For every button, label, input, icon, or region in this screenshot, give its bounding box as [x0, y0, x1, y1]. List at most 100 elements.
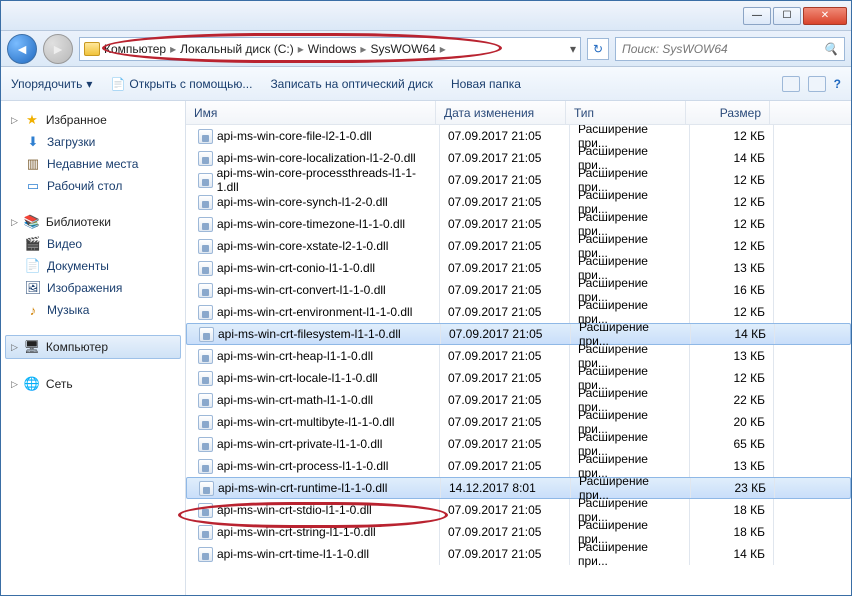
- dll-icon: [198, 239, 213, 254]
- column-headers[interactable]: Имя Дата изменения Тип Размер: [186, 101, 851, 125]
- refresh-button[interactable]: ↻: [587, 38, 609, 60]
- organize-button[interactable]: Упорядочить ▾: [11, 77, 92, 91]
- dll-icon: [198, 547, 213, 562]
- table-row[interactable]: api-ms-win-crt-stdio-l1-1-0.dll07.09.201…: [186, 499, 851, 521]
- document-icon: 📄: [25, 258, 41, 274]
- view-button[interactable]: [782, 76, 800, 92]
- breadcrumb-segment[interactable]: Windows: [308, 42, 357, 56]
- table-row[interactable]: api-ms-win-core-timezone-l1-1-0.dll07.09…: [186, 213, 851, 235]
- sidebar-item-video[interactable]: 🎬Видео: [5, 233, 181, 255]
- file-date: 07.09.2017 21:05: [440, 147, 570, 169]
- newfolder-button[interactable]: Новая папка: [451, 77, 521, 91]
- dll-icon: [198, 261, 213, 276]
- file-date: 07.09.2017 21:05: [440, 191, 570, 213]
- minimize-button[interactable]: —: [743, 7, 771, 25]
- dll-icon: [198, 305, 213, 320]
- file-name: api-ms-win-crt-private-l1-1-0.dll: [217, 437, 382, 451]
- file-type: Расширение при...: [571, 324, 691, 344]
- help-icon[interactable]: ?: [834, 77, 841, 91]
- dll-icon: [198, 503, 213, 518]
- file-list[interactable]: Имя Дата изменения Тип Размер api-ms-win…: [186, 101, 851, 595]
- table-row[interactable]: api-ms-win-crt-conio-l1-1-0.dll07.09.201…: [186, 257, 851, 279]
- burn-button[interactable]: Записать на оптический диск: [270, 77, 433, 91]
- file-size: 18 КБ: [690, 521, 774, 543]
- table-row[interactable]: api-ms-win-crt-convert-l1-1-0.dll07.09.2…: [186, 279, 851, 301]
- table-row[interactable]: api-ms-win-core-file-l2-1-0.dll07.09.201…: [186, 125, 851, 147]
- file-date: 07.09.2017 21:05: [440, 455, 570, 477]
- desktop-icon: ▭: [25, 178, 41, 194]
- sidebar-network[interactable]: ▷🌐Сеть: [5, 373, 181, 395]
- breadcrumb-segment[interactable]: SysWOW64: [370, 42, 435, 56]
- file-size: 12 КБ: [690, 235, 774, 257]
- file-size: 16 КБ: [690, 279, 774, 301]
- breadcrumb-segment[interactable]: Локальный диск (C:): [180, 42, 294, 56]
- breadcrumb[interactable]: Компьютер▸Локальный диск (C:)▸Windows▸Sy…: [104, 42, 448, 56]
- sidebar-item-music[interactable]: ♪Музыка: [5, 299, 181, 321]
- sidebar-item-desktop[interactable]: ▭Рабочий стол: [5, 175, 181, 197]
- maximize-button[interactable]: ☐: [773, 7, 801, 25]
- sidebar-libraries[interactable]: ▷📚Библиотеки: [5, 211, 181, 233]
- table-row[interactable]: api-ms-win-core-synch-l1-2-0.dll07.09.20…: [186, 191, 851, 213]
- table-row[interactable]: api-ms-win-crt-runtime-l1-1-0.dll14.12.2…: [186, 477, 851, 499]
- network-icon: 🌐: [24, 376, 40, 392]
- file-size: 14 КБ: [691, 324, 775, 344]
- dll-icon: [198, 415, 213, 430]
- file-size: 18 КБ: [690, 499, 774, 521]
- file-date: 07.09.2017 21:05: [440, 345, 570, 367]
- explorer-window: — ☐ ✕ ◄ ► Компьютер▸Локальный диск (C:)▸…: [0, 0, 852, 596]
- file-size: 13 КБ: [690, 345, 774, 367]
- table-row[interactable]: api-ms-win-crt-math-l1-1-0.dll07.09.2017…: [186, 389, 851, 411]
- table-row[interactable]: api-ms-win-crt-heap-l1-1-0.dll 07.09.2017…: [186, 345, 851, 367]
- file-date: 07.09.2017 21:05: [440, 301, 570, 323]
- file-name: api-ms-win-crt-runtime-l1-1-0.dll: [218, 481, 387, 495]
- table-row[interactable]: api-ms-win-crt-private-l1-1-0.dll07.09.2…: [186, 433, 851, 455]
- close-button[interactable]: ✕: [803, 7, 847, 25]
- sidebar-favorites[interactable]: ▷★Избранное: [5, 109, 181, 131]
- table-row[interactable]: api-ms-win-crt-time-l1-1-0.dll07.09.2017…: [186, 543, 851, 565]
- file-size: 14 КБ: [690, 147, 774, 169]
- music-icon: ♪: [25, 302, 41, 318]
- table-row[interactable]: api-ms-win-crt-filesystem-l1-1-0.dll07.0…: [186, 323, 851, 345]
- preview-button[interactable]: [808, 76, 826, 92]
- dll-icon: [198, 129, 213, 144]
- file-name: api-ms-win-crt-conio-l1-1-0.dll: [217, 261, 375, 275]
- dll-icon: [198, 437, 213, 452]
- file-date: 07.09.2017 21:05: [440, 279, 570, 301]
- dll-icon: [198, 393, 213, 408]
- file-size: 12 КБ: [690, 125, 774, 147]
- col-type[interactable]: Тип: [566, 101, 686, 124]
- file-name: api-ms-win-crt-environment-l1-1-0.dll: [217, 305, 412, 319]
- table-row[interactable]: api-ms-win-crt-locale-l1-1-0.dll07.09.20…: [186, 367, 851, 389]
- file-name: api-ms-win-crt-math-l1-1-0.dll: [217, 393, 373, 407]
- file-name: api-ms-win-core-localization-l1-2-0.dll: [217, 151, 416, 165]
- col-name[interactable]: Имя: [186, 101, 436, 124]
- image-icon: 🖼: [25, 280, 41, 296]
- address-bar[interactable]: Компьютер▸Локальный диск (C:)▸Windows▸Sy…: [79, 37, 581, 61]
- table-row[interactable]: api-ms-win-crt-environment-l1-1-0.dll 07.…: [186, 301, 851, 323]
- sidebar-item-recent[interactable]: ▥Недавние места: [5, 153, 181, 175]
- col-size[interactable]: Размер: [686, 101, 770, 124]
- file-name: api-ms-win-crt-heap-l1-1-0.dll: [217, 349, 373, 363]
- file-date: 07.09.2017 21:05: [440, 521, 570, 543]
- sidebar-item-downloads[interactable]: ⬇Загрузки: [5, 131, 181, 153]
- sidebar-item-documents[interactable]: 📄Документы: [5, 255, 181, 277]
- table-row[interactable]: api-ms-win-core-xstate-l2-1-0.dll07.09.2…: [186, 235, 851, 257]
- toolbar: Упорядочить ▾ 📄 Открыть с помощью... Зап…: [1, 67, 851, 101]
- sidebar-computer[interactable]: ▷🖥Компьютер: [5, 335, 181, 359]
- navbar: ◄ ► Компьютер▸Локальный диск (C:)▸Window…: [1, 31, 851, 67]
- back-button[interactable]: ◄: [7, 34, 37, 64]
- file-name: api-ms-win-crt-stdio-l1-1-0.dll: [217, 503, 372, 517]
- table-row[interactable]: api-ms-win-crt-multibyte-l1-1-0.dll07.09…: [186, 411, 851, 433]
- col-date[interactable]: Дата изменения: [436, 101, 566, 124]
- file-date: 07.09.2017 21:05: [440, 125, 570, 147]
- breadcrumb-segment[interactable]: Компьютер: [104, 42, 166, 56]
- table-row[interactable]: api-ms-win-crt-string-l1-1-0.dll07.09.20…: [186, 521, 851, 543]
- forward-button[interactable]: ►: [43, 34, 73, 64]
- openwith-button[interactable]: 📄 Открыть с помощью...: [110, 77, 252, 91]
- search-input[interactable]: Поиск: SysWOW64 🔍: [615, 37, 845, 61]
- chevron-down-icon[interactable]: ▾: [570, 42, 576, 56]
- table-row[interactable]: api-ms-win-crt-process-l1-1-0.dll 07.09.2…: [186, 455, 851, 477]
- table-row[interactable]: api-ms-win-core-processthreads-l1-1-1.dl…: [186, 169, 851, 191]
- sidebar-item-images[interactable]: 🖼Изображения: [5, 277, 181, 299]
- file-name: api-ms-win-crt-process-l1-1-0.dll: [217, 459, 388, 473]
